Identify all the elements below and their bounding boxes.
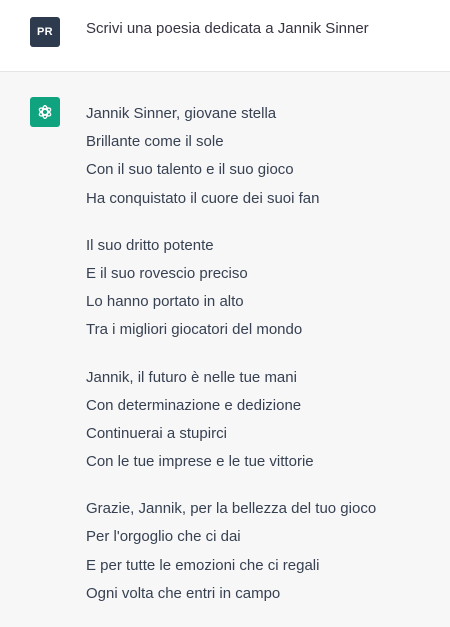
assistant-message-row: Jannik Sinner, giovane stella Brillante … [0,72,450,617]
poem-line: Brillante come il sole [86,133,224,151]
poem-line: Per l'orgoglio che ci dai [86,528,241,546]
poem-line: Jannik Sinner, giovane stella [86,105,277,122]
poem-line: E il suo rovescio preciso [86,264,248,282]
assistant-poem: Jannik Sinner, giovane stella Brillante … [86,100,440,627]
poem-line: Con il suo talento e il suo gioco [86,161,294,179]
poem-stanza: Il suo dritto potente E il suo rovescio … [86,232,440,345]
poem-line: Con le tue imprese e le tue vittorie [86,453,314,471]
poem-line: Ogni volta che entri in campo [86,584,281,602]
poem-stanza: Jannik, il futuro è nelle tue mani Con d… [86,364,440,477]
user-message-text: Scrivi una poesia dedicata a Jannik Sinn… [86,20,369,37]
poem-line: E per tutte le emozioni che ci regali [86,556,320,574]
poem-stanza: Jannik Sinner, giovane stella Brillante … [86,100,440,213]
poem-line: Il suo dritto potente [86,236,214,254]
user-avatar: PR [30,17,60,47]
poem-line: Continuerai a stupirci [86,424,227,442]
poem-line: Con determinazione e dedizione [86,396,302,414]
poem-line: Ha conquistato il cuore dei suoi fan [86,189,320,207]
user-message-row: PR Scrivi una poesia dedicata a Jannik S… [0,0,450,72]
poem-stanza: Grazie, Jannik, per la bellezza del tuo … [86,495,440,608]
poem-line: Grazie, Jannik, per la bellezza del tuo … [86,500,377,518]
poem-line: Lo hanno portato in alto [86,293,244,311]
openai-logo-icon [30,97,60,127]
poem-line: Tra i migliori giocatori del mondo [86,321,303,339]
poem-line: Jannik, il futuro è nelle tue mani [86,368,297,386]
